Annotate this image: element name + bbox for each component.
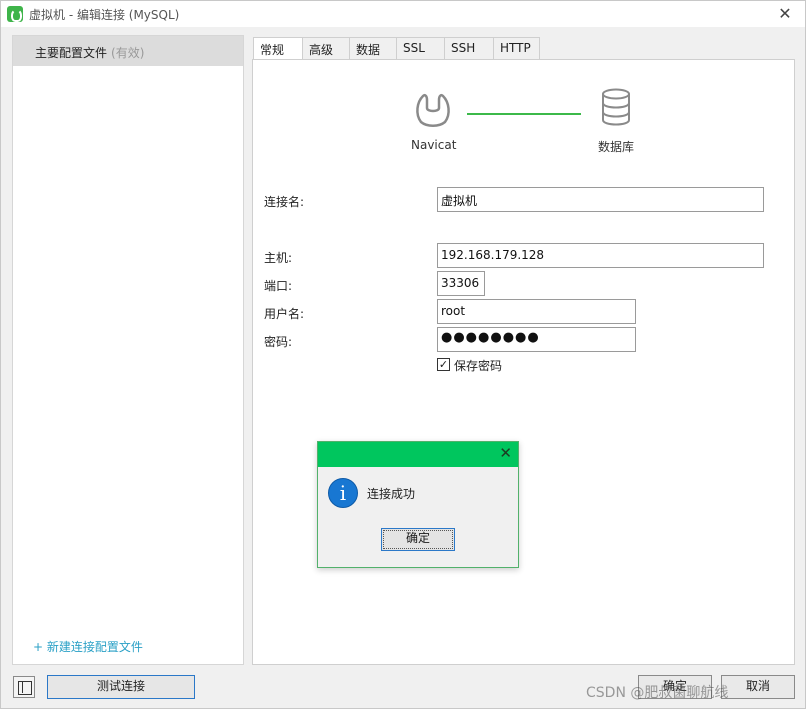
database-icon: [602, 88, 630, 126]
toggle-sidebar-icon[interactable]: [13, 676, 35, 698]
watermark: CSDN @肥叔菌聊航线: [586, 685, 729, 701]
profile-item-main[interactable]: 主要配置文件 (有效): [13, 36, 243, 66]
info-icon: i: [328, 478, 358, 508]
connection-success-dialog: ✕ i 连接成功 确定: [317, 441, 519, 568]
dialog-ok-button[interactable]: 确定: [381, 528, 455, 551]
tab-general[interactable]: 常规: [253, 37, 303, 61]
tab-http[interactable]: HTTP: [493, 37, 540, 60]
dialog-title-bar[interactable]: ✕: [318, 442, 518, 467]
cancel-button[interactable]: 取消: [721, 675, 795, 699]
save-password-label[interactable]: 保存密码: [454, 357, 502, 374]
new-profile-link[interactable]: + 新建连接配置文件: [33, 638, 143, 655]
connection-flow-diagram: Navicat 数据库: [253, 60, 796, 160]
navicat-label: Navicat: [411, 138, 457, 152]
username-label: 用户名:: [264, 307, 305, 321]
tab-ssh[interactable]: SSH: [444, 37, 494, 60]
title-bar[interactable]: 虚拟机 - 编辑连接 (MySQL) ✕: [1, 1, 805, 27]
test-connection-button[interactable]: 测试连接: [47, 675, 195, 699]
host-label: 主机:: [264, 251, 293, 265]
dialog-message: 连接成功: [367, 487, 416, 501]
edit-connection-window: 虚拟机 - 编辑连接 (MySQL) ✕ 主要配置文件 (有效) + 新建连接配置…: [0, 0, 806, 709]
database-label: 数据库: [598, 140, 635, 154]
dialog-close-icon[interactable]: ✕: [499, 444, 512, 462]
connection-name-input[interactable]: 虚拟机: [437, 187, 764, 212]
password-label: 密码:: [264, 335, 293, 349]
tab-advanced[interactable]: 高级: [302, 37, 350, 60]
host-input[interactable]: 192.168.179.128: [437, 243, 764, 268]
profile-status: (有效): [111, 46, 145, 60]
navicat-app-icon: [7, 6, 23, 22]
save-password-checkbox[interactable]: ✓: [437, 358, 450, 371]
password-input[interactable]: ●●●●●●●●: [437, 327, 636, 352]
connection-name-label: 连接名:: [264, 195, 305, 209]
tab-database[interactable]: 数据库: [349, 37, 397, 74]
port-input[interactable]: 33306: [437, 271, 485, 296]
navicat-logo-icon: [416, 93, 450, 127]
tab-ssl[interactable]: SSL: [396, 37, 445, 60]
port-label: 端口:: [264, 279, 293, 293]
general-tab-panel: Navicat 数据库 连接名: 虚拟机 主机: 192.168.179.128…: [252, 59, 795, 665]
window-title: 虚拟机 - 编辑连接 (MySQL): [29, 8, 180, 22]
profile-sidebar: 主要配置文件 (有效) + 新建连接配置文件: [12, 35, 244, 665]
connection-link-line: [467, 113, 581, 115]
profile-name: 主要配置文件 (有效): [35, 46, 145, 60]
close-window-button[interactable]: ✕: [773, 3, 797, 25]
username-input[interactable]: root: [437, 299, 636, 324]
